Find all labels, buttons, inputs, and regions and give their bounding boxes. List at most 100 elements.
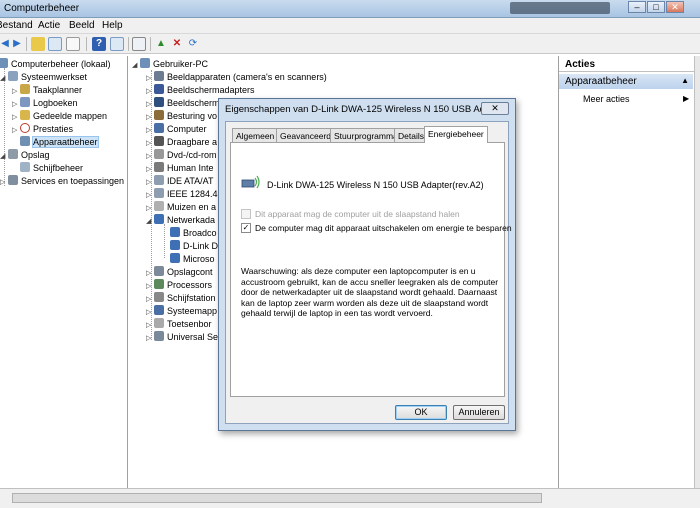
disable-device-icon[interactable]: ⟳ xyxy=(186,37,200,51)
expand-arrow-icon[interactable]: ▷ xyxy=(146,113,154,121)
device-item[interactable]: D-Link D xyxy=(170,240,218,253)
ok-button[interactable]: OK xyxy=(395,405,447,420)
device-tree-root[interactable]: ◢ Gebruiker-PC xyxy=(132,58,208,71)
network-adapter-icon xyxy=(170,240,180,250)
expand-arrow-icon[interactable]: ▷ xyxy=(146,165,154,173)
tree-item-logboeken[interactable]: ▷ Logboeken xyxy=(12,97,78,110)
collapse-section-icon[interactable]: ▲ xyxy=(681,76,689,85)
expand-arrow-icon[interactable]: ▷ xyxy=(0,178,8,186)
device-category[interactable]: ▷ Computer xyxy=(146,123,207,136)
expand-arrow-icon[interactable]: ▷ xyxy=(12,87,20,95)
console-tree-pane: Computerbeheer (lokaal) ◢ Systeemwerkset … xyxy=(0,56,128,488)
collapse-arrow-icon[interactable]: ◢ xyxy=(146,217,154,225)
device-category[interactable]: ▷ Schijfstation xyxy=(146,292,216,305)
action-pane-icon[interactable] xyxy=(110,37,124,51)
properties-page-icon[interactable] xyxy=(66,37,80,51)
menu-actie[interactable]: Actie xyxy=(38,20,60,31)
device-category[interactable]: ▷ Beeldschermadapters xyxy=(146,84,255,97)
device-category[interactable]: ▷ Processors xyxy=(146,279,212,292)
expand-arrow-icon[interactable]: ▷ xyxy=(146,126,154,134)
expand-arrow-icon[interactable]: ▷ xyxy=(146,269,154,277)
expand-arrow-icon[interactable]: ▷ xyxy=(12,100,20,108)
console-tree-icon[interactable] xyxy=(48,37,62,51)
camera-icon xyxy=(154,71,164,81)
expand-arrow-icon[interactable]: ▷ xyxy=(146,321,154,329)
menu-help[interactable]: Help xyxy=(102,20,123,31)
menu-beeld[interactable]: Beeld xyxy=(69,20,95,31)
device-category[interactable]: ▷ Human Inte xyxy=(146,162,214,175)
tree-item-schijfbeheer[interactable]: Schijfbeheer xyxy=(20,162,83,175)
scan-hardware-icon[interactable] xyxy=(132,37,146,51)
submenu-arrow-icon[interactable]: ▶ xyxy=(683,94,689,103)
device-category[interactable]: ▷ Besturing vo xyxy=(146,110,217,123)
expand-arrow-icon[interactable]: ▷ xyxy=(146,334,154,342)
device-category[interactable]: ▷ Systeemapp xyxy=(146,305,217,318)
expand-arrow-icon[interactable]: ▷ xyxy=(146,178,154,186)
minimize-button[interactable]: – xyxy=(628,1,646,13)
menu-bar: Bestand Actie Beeld Help xyxy=(0,18,700,34)
device-category[interactable]: ◢ Netwerkada xyxy=(146,214,215,227)
scrollbar-thumb[interactable] xyxy=(12,493,542,503)
tree-item-prestaties[interactable]: ▷ Prestaties xyxy=(12,123,73,136)
help-icon[interactable]: ? xyxy=(92,37,106,51)
expand-arrow-icon[interactable]: ▷ xyxy=(146,204,154,212)
network-adapter-icon xyxy=(154,214,164,224)
expand-arrow-icon[interactable]: ▷ xyxy=(146,308,154,316)
device-category[interactable]: ▷ Draagbare a xyxy=(146,136,217,149)
collapse-arrow-icon[interactable]: ◢ xyxy=(0,152,8,160)
update-driver-icon[interactable]: ▲ xyxy=(154,37,168,51)
expand-arrow-icon[interactable]: ▷ xyxy=(12,113,20,121)
cancel-button[interactable]: Annuleren xyxy=(453,405,505,420)
device-category[interactable]: ▷ Beeldapparaten (camera's en scanners) xyxy=(146,71,327,84)
actions-section-apparaatbeheer[interactable]: Apparaatbeheer ▲ xyxy=(559,74,693,89)
power-saving-checkbox[interactable]: ✓ xyxy=(241,223,251,233)
device-category[interactable]: ▷ Opslagcont xyxy=(146,266,213,279)
dialog-body: Algemeen Geavanceerd Stuurprogramma Deta… xyxy=(225,121,512,424)
device-item[interactable]: Microso xyxy=(170,253,215,266)
device-category[interactable]: ▷ Beeldscherm xyxy=(146,97,220,110)
tab-details[interactable]: Details xyxy=(394,128,428,142)
expand-arrow-icon[interactable]: ▷ xyxy=(146,282,154,290)
wake-checkbox[interactable] xyxy=(241,209,251,219)
menu-bestand[interactable]: Bestand xyxy=(0,20,33,31)
forward-arrow-icon[interactable]: ▶ xyxy=(10,37,24,51)
tree-item-services[interactable]: ▷ Services en toepassingen xyxy=(0,175,124,188)
device-item[interactable]: Broadco xyxy=(170,227,217,240)
tab-algemeen[interactable]: Algemeen xyxy=(232,128,279,142)
display-adapter-icon xyxy=(154,84,164,94)
expand-arrow-icon[interactable]: ▷ xyxy=(12,126,20,134)
tree-item-gedeelde-mappen[interactable]: ▷ Gedeelde mappen xyxy=(12,110,107,123)
expand-arrow-icon[interactable]: ▷ xyxy=(146,295,154,303)
device-category[interactable]: ▷ IDE ATA/AT xyxy=(146,175,214,188)
expand-arrow-icon[interactable]: ▷ xyxy=(146,87,154,95)
device-category[interactable]: ▷ IEEE 1284.4- xyxy=(146,188,221,201)
tree-item-taakplanner[interactable]: ▷ Taakplanner xyxy=(12,84,82,97)
vertical-scrollbar[interactable] xyxy=(694,56,700,488)
tree-item-systeemwerkset[interactable]: ◢ Systeemwerkset xyxy=(0,71,87,84)
device-category[interactable]: ▷ Dvd-/cd-rom xyxy=(146,149,217,162)
tree-item-computerbeheer[interactable]: Computerbeheer (lokaal) xyxy=(0,58,111,71)
more-actions-link[interactable]: Meer acties xyxy=(583,94,630,104)
device-category[interactable]: ▷ Toetsenbor xyxy=(146,318,212,331)
tab-geavanceerd[interactable]: Geavanceerd xyxy=(276,128,336,142)
tab-energiebeheer[interactable]: Energiebeheer xyxy=(424,126,488,143)
expand-arrow-icon[interactable]: ▷ xyxy=(146,191,154,199)
device-category[interactable]: ▷ Universal Se xyxy=(146,331,218,344)
maximize-button[interactable]: □ xyxy=(647,1,665,13)
tab-stuurprogramma[interactable]: Stuurprogramma xyxy=(330,128,402,142)
uninstall-icon[interactable]: ✕ xyxy=(170,37,184,51)
expand-arrow-icon[interactable]: ▷ xyxy=(146,152,154,160)
collapse-arrow-icon[interactable]: ◢ xyxy=(132,61,140,69)
tree-item-apparaatbeheer[interactable]: Apparaatbeheer xyxy=(20,136,99,149)
expand-arrow-icon[interactable]: ▷ xyxy=(146,100,154,108)
horizontal-scrollbar[interactable] xyxy=(0,488,700,508)
device-name: D-Link DWA-125 Wireless N 150 USB Adapte… xyxy=(267,180,484,190)
up-folder-icon[interactable] xyxy=(31,37,45,51)
close-window-button[interactable]: ✕ xyxy=(666,1,684,13)
tree-item-opslag[interactable]: ◢ Opslag xyxy=(0,149,50,162)
device-category[interactable]: ▷ Muizen en a xyxy=(146,201,216,214)
collapse-arrow-icon[interactable]: ◢ xyxy=(0,74,8,82)
dialog-close-button[interactable]: ✕ xyxy=(481,102,509,115)
expand-arrow-icon[interactable]: ▷ xyxy=(146,139,154,147)
expand-arrow-icon[interactable]: ▷ xyxy=(146,74,154,82)
